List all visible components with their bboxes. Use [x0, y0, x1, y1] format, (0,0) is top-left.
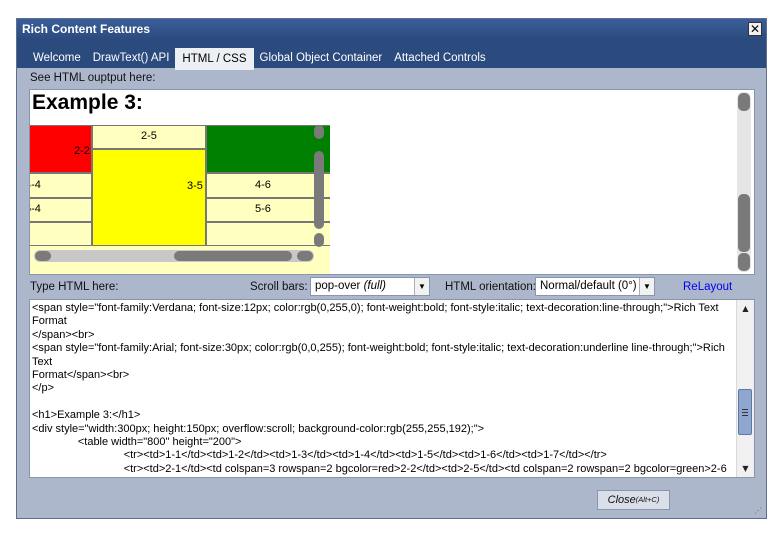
scroll-down-arrow-icon[interactable]: ▼ [737, 460, 754, 477]
window-title: Rich Content Features [22, 22, 151, 36]
resize-grip-icon[interactable]: ⋰ [754, 506, 764, 516]
preview-label: See HTML ouptput here: [30, 72, 156, 84]
editor-vertical-scrollbar[interactable]: ▲ ▼ [736, 300, 754, 477]
tab-welcome[interactable]: Welcome [27, 48, 87, 68]
close-button[interactable]: Close(Alt+C) [597, 490, 670, 510]
overlay-vertical-thumb[interactable] [314, 151, 324, 229]
overlay-scroll-down[interactable] [314, 233, 324, 247]
editor-scroll-thumb[interactable] [738, 389, 752, 435]
type-html-label: Type HTML here: [30, 281, 119, 293]
close-button-label: Close [607, 494, 636, 506]
preview-vertical-thumb[interactable] [738, 194, 750, 252]
cell-6-4 [30, 222, 92, 246]
tab-html-css[interactable]: HTML / CSS [175, 48, 254, 70]
tab-attached-controls[interactable]: Attached Controls [388, 48, 491, 68]
tab-drawtext-api[interactable]: DrawText() API [87, 48, 176, 68]
preview-vertical-scrollbar[interactable] [737, 92, 751, 272]
cell-5-6: 5-6 [206, 198, 330, 222]
cell-4-4: 4-4 [30, 173, 92, 198]
close-button-shortcut: (Alt+C) [635, 495, 660, 504]
overlay-scroll-up[interactable] [314, 125, 324, 139]
preview-scroll-down[interactable] [738, 253, 750, 271]
overlay-horizontal-scrollbar[interactable] [34, 250, 314, 262]
scrollbars-value-suffix: (full) [363, 280, 386, 292]
html-preview: Example 3: 2-2 2-5 3-5 4-4 4-6 5-4 5-6 [29, 89, 755, 275]
scroll-up-arrow-icon[interactable]: ▲ [737, 300, 754, 317]
overlay-vertical-scrollbar[interactable] [313, 125, 325, 247]
cell-3-5: 3-5 [92, 149, 206, 246]
cell-2-5: 2-5 [92, 125, 206, 149]
dialog-window: Rich Content Features ✕ Welcome DrawText… [16, 18, 767, 519]
orientation-label: HTML orientation: [445, 281, 536, 293]
cell-2-6 [206, 125, 330, 173]
cell-2-2: 2-2 [30, 125, 92, 173]
title-bar: Rich Content Features ✕ [17, 19, 766, 40]
scrollbars-value: pop-over [315, 280, 361, 292]
orientation-value: Normal/default (0°) [540, 280, 637, 292]
close-icon[interactable]: ✕ [748, 22, 762, 36]
chevron-down-icon: ▼ [414, 278, 429, 295]
preview-scroll-up[interactable] [738, 93, 750, 111]
cell-5-4: 5-4 [30, 198, 92, 222]
tab-bar: Welcome DrawText() API HTML / CSS Global… [17, 40, 766, 70]
overlay-scroll-left[interactable] [35, 251, 51, 261]
example-heading: Example 3: [32, 91, 143, 114]
html-editor[interactable]: <span style="font-family:Verdana; font-s… [29, 299, 755, 478]
cell-6-6 [206, 222, 330, 246]
chevron-down-icon: ▼ [639, 278, 654, 295]
scrollbars-label: Scroll bars: [250, 281, 308, 293]
overlay-scroll-right[interactable] [297, 251, 313, 261]
orientation-select[interactable]: Normal/default (0°) ▼ [535, 277, 655, 296]
overlay-horizontal-thumb[interactable] [174, 251, 292, 261]
tab-global-object-container[interactable]: Global Object Container [254, 48, 389, 68]
html-source-text[interactable]: <span style="font-family:Verdana; font-s… [32, 302, 734, 477]
scrollbars-select[interactable]: pop-over (full) ▼ [310, 277, 430, 296]
cell-4-6: 4-6 [206, 173, 330, 198]
relayout-link[interactable]: ReLayout [683, 281, 732, 293]
